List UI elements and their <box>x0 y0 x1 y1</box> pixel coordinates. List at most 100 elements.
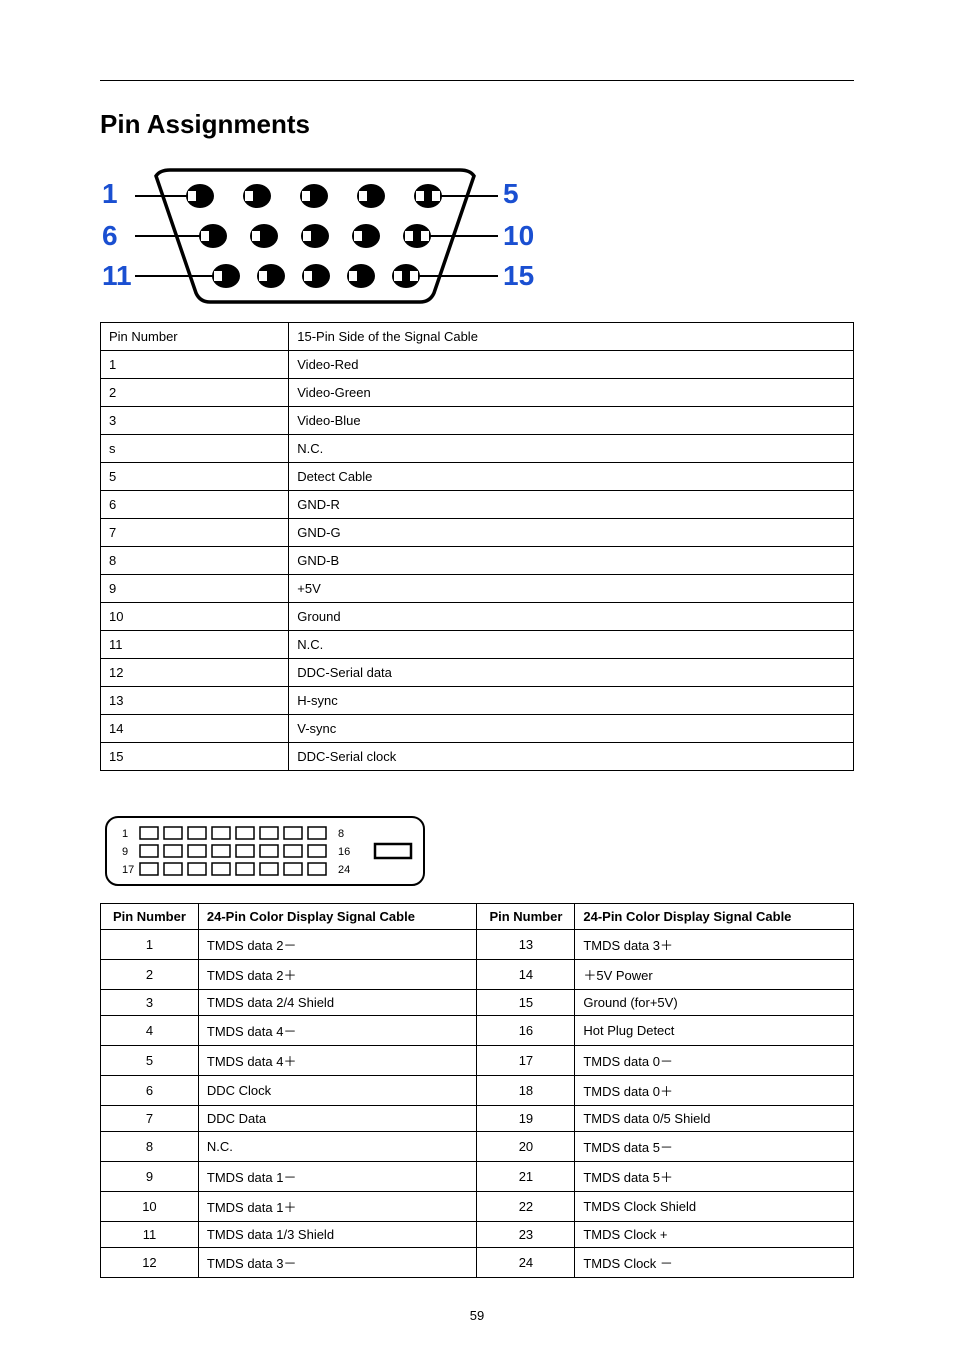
pin-desc: Video-Green <box>289 379 854 407</box>
pin-desc: TMDS data 3－ <box>198 1248 477 1278</box>
vga-label-10: 10 <box>503 220 534 252</box>
vga-label-1: 1 <box>102 178 118 210</box>
pin-number: 13 <box>101 687 289 715</box>
pin-number: 17 <box>477 1046 575 1076</box>
pin-desc: TMDS data 5－ <box>575 1132 854 1162</box>
pin-number: 24 <box>477 1248 575 1278</box>
page-title: Pin Assignments <box>100 109 854 140</box>
svg-text:9: 9 <box>122 846 128 858</box>
table15-header-pin: Pin Number <box>101 323 289 351</box>
table24-header-desc1: 24-Pin Color Display Signal Cable <box>198 904 477 930</box>
pin-desc: N.C. <box>198 1132 477 1162</box>
pin-desc: DDC-Serial data <box>289 659 854 687</box>
table-row: 10Ground <box>101 603 854 631</box>
table-row: 11N.C. <box>101 631 854 659</box>
pin-number: 8 <box>101 547 289 575</box>
table-row: 8GND-B <box>101 547 854 575</box>
table-row: 5TMDS data 4＋17TMDS data 0－ <box>101 1046 854 1076</box>
pin-number: 14 <box>477 960 575 990</box>
pin-number: 11 <box>101 1222 199 1248</box>
pin-number: 5 <box>101 463 289 491</box>
pin-number: 21 <box>477 1162 575 1192</box>
pin-desc: TMDS data 4－ <box>198 1016 477 1046</box>
pin-desc: +5V <box>289 575 854 603</box>
svg-text:17: 17 <box>122 864 134 876</box>
svg-text:1: 1 <box>122 828 128 840</box>
svg-text:8: 8 <box>338 828 344 840</box>
pin-number: 22 <box>477 1192 575 1222</box>
pin24-table: Pin Number 24-Pin Color Display Signal C… <box>100 903 854 1278</box>
pin-desc: Hot Plug Detect <box>575 1016 854 1046</box>
table-row: 2Video-Green <box>101 379 854 407</box>
pin-desc: TMDS data 0－ <box>575 1046 854 1076</box>
pin-number: 18 <box>477 1076 575 1106</box>
pin-number: 9 <box>101 1162 199 1192</box>
pin-number: 4 <box>101 1016 199 1046</box>
pin-number: 13 <box>477 930 575 960</box>
pin-desc: GND-B <box>289 547 854 575</box>
table15-header-desc: 15-Pin Side of the Signal Cable <box>289 323 854 351</box>
table-row: 7GND-G <box>101 519 854 547</box>
pin-number: 23 <box>477 1222 575 1248</box>
pin-desc: Video-Blue <box>289 407 854 435</box>
pin-desc: TMDS data 3＋ <box>575 930 854 960</box>
pin-number: 10 <box>101 603 289 631</box>
pin-number: 1 <box>101 351 289 379</box>
table-row: 13H-sync <box>101 687 854 715</box>
pin-desc: DDC-Serial clock <box>289 743 854 771</box>
pin-desc: N.C. <box>289 435 854 463</box>
table-row: 9+5V <box>101 575 854 603</box>
pin-desc: TMDS data 1－ <box>198 1162 477 1192</box>
pin-desc: TMDS data 2＋ <box>198 960 477 990</box>
pin-number: 2 <box>101 960 199 990</box>
pin-desc: TMDS data 0＋ <box>575 1076 854 1106</box>
pin-number: 16 <box>477 1016 575 1046</box>
pin-number: 6 <box>101 491 289 519</box>
table-row: 2TMDS data 2＋14＋5V Power <box>101 960 854 990</box>
pin-desc: TMDS Clock + <box>575 1222 854 1248</box>
table24-header-pin2: Pin Number <box>477 904 575 930</box>
pin-number: 11 <box>101 631 289 659</box>
svg-text:24: 24 <box>338 864 350 876</box>
table-row: 12DDC-Serial data <box>101 659 854 687</box>
pin-number: 12 <box>101 659 289 687</box>
table-row: 10TMDS data 1＋22TMDS Clock Shield <box>101 1192 854 1222</box>
pin-number: 10 <box>101 1192 199 1222</box>
table-row: 3Video-Blue <box>101 407 854 435</box>
pin-desc: GND-R <box>289 491 854 519</box>
pin-desc: TMDS data 1/3 Shield <box>198 1222 477 1248</box>
table-row: 14V-sync <box>101 715 854 743</box>
pin-number: 8 <box>101 1132 199 1162</box>
pin-desc: TMDS data 0/5 Shield <box>575 1106 854 1132</box>
table-row: 11TMDS data 1/3 Shield23TMDS Clock + <box>101 1222 854 1248</box>
pin-number: 12 <box>101 1248 199 1278</box>
pin-desc: Video-Red <box>289 351 854 379</box>
pin-desc: TMDS data 5＋ <box>575 1162 854 1192</box>
table-row: sN.C. <box>101 435 854 463</box>
vga-label-6: 6 <box>102 220 118 252</box>
pin-desc: V-sync <box>289 715 854 743</box>
pin-desc: N.C. <box>289 631 854 659</box>
table-row: 7DDC Data19TMDS data 0/5 Shield <box>101 1106 854 1132</box>
table-row: 4TMDS data 4－16Hot Plug Detect <box>101 1016 854 1046</box>
pin-number: 7 <box>101 519 289 547</box>
pin-desc: TMDS Clock Shield <box>575 1192 854 1222</box>
pin-number: s <box>101 435 289 463</box>
vga-label-11: 11 <box>102 260 132 292</box>
table-row: 12TMDS data 3－24TMDS Clock － <box>101 1248 854 1278</box>
pin-desc: Ground <box>289 603 854 631</box>
pin-number: 6 <box>101 1076 199 1106</box>
table-row: 15DDC-Serial clock <box>101 743 854 771</box>
table24-header-pin1: Pin Number <box>101 904 199 930</box>
pin-desc: Detect Cable <box>289 463 854 491</box>
table-row: 1TMDS data 2－13TMDS data 3＋ <box>101 930 854 960</box>
pin-desc: DDC Data <box>198 1106 477 1132</box>
table-row: 1Video-Red <box>101 351 854 379</box>
top-rule <box>100 80 854 81</box>
pin-desc: H-sync <box>289 687 854 715</box>
pin-number: 2 <box>101 379 289 407</box>
table-row: 5Detect Cable <box>101 463 854 491</box>
pin-number: 3 <box>101 990 199 1016</box>
dvi-connector-diagram: 189161724 <box>100 811 430 891</box>
table-row: 9TMDS data 1－21TMDS data 5＋ <box>101 1162 854 1192</box>
